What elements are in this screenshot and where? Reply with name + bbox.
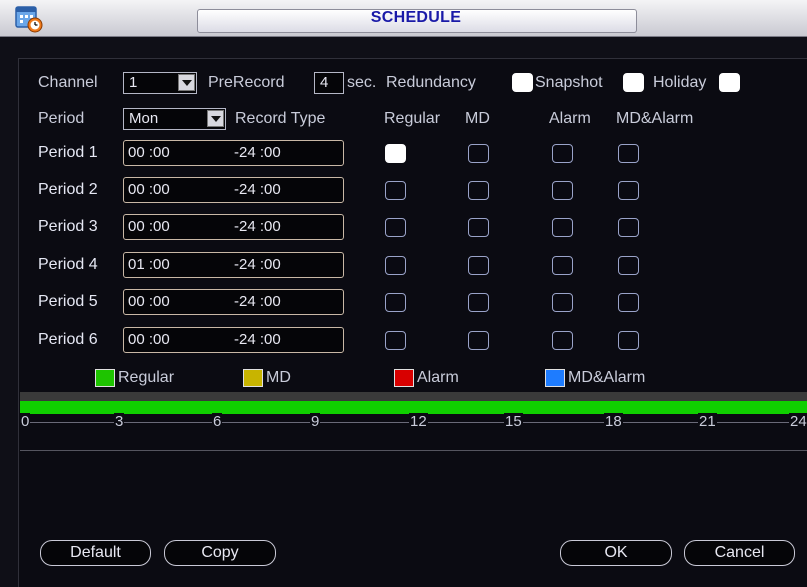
period-6-md-checkbox[interactable] [468,331,489,350]
period-start-time: 00 :00 [128,218,170,235]
snapshot-checkbox[interactable] [623,73,644,92]
period-label: Period [38,110,85,127]
snapshot-label: Snapshot [535,74,603,91]
period-end-time: -24 :00 [234,293,281,310]
period-start-time: 00 :00 [128,293,170,310]
title-bar: SCHEDULE [0,0,807,37]
period-row-label: Period 6 [38,331,98,348]
period-start-time: 00 :00 [128,144,170,161]
holiday-checkbox[interactable] [719,73,740,92]
period-start-time: 01 :00 [128,256,170,273]
period-end-time: -24 :00 [234,218,281,235]
period-time-field[interactable]: 00 :00 -24 :00 [123,140,344,166]
schedule-window: SCHEDULE Channel 1 PreRecord 4 sec. Redu… [0,0,807,587]
redundancy-checkbox[interactable] [512,73,533,92]
period-4-md-alarm-checkbox[interactable] [618,256,639,275]
period-start-time: 00 :00 [128,331,170,348]
period-row-label: Period 2 [38,181,98,198]
cancel-button[interactable]: Cancel [684,540,795,566]
prerecord-value: 4 [320,74,329,91]
period-dropdown-icon[interactable] [207,110,224,127]
period-3-md-alarm-checkbox[interactable] [618,218,639,237]
copy-button[interactable]: Copy [164,540,276,566]
channel-dropdown-icon[interactable] [178,74,195,91]
timeline-tick: 0 [20,413,31,430]
period-3-md-checkbox[interactable] [468,218,489,237]
legend-md-swatch [243,369,263,387]
holiday-label: Holiday [653,74,707,91]
period-6-alarm-checkbox[interactable] [552,331,573,350]
prerecord-input[interactable]: 4 [314,72,344,94]
period-3-regular-checkbox[interactable] [385,218,406,237]
period-4-alarm-checkbox[interactable] [552,256,573,275]
legend-alarm-swatch [394,369,414,387]
period-5-md-checkbox[interactable] [468,293,489,312]
period-6-md-alarm-checkbox[interactable] [618,331,639,350]
period-4-regular-checkbox[interactable] [385,256,406,275]
period-row-label: Period 1 [38,144,98,161]
period-1-alarm-checkbox[interactable] [552,144,573,163]
channel-select[interactable]: 1 [123,72,197,94]
period-1-regular-checkbox[interactable] [385,144,406,163]
record-type-label: Record Type [235,110,326,127]
period-row-label: Period 4 [38,256,98,273]
column-alarm: Alarm [549,110,591,127]
column-regular: Regular [384,110,441,127]
timeline-tick: 15 [504,413,523,430]
period-5-alarm-checkbox[interactable] [552,293,573,312]
period-time-field[interactable]: 00 :00 -24 :00 [123,327,344,353]
column-md-alarm: MD&Alarm [616,110,694,127]
prerecord-unit: sec. [347,74,377,91]
period-1-md-alarm-checkbox[interactable] [618,144,639,163]
timeline-tick: 12 [409,413,428,430]
period-row-label: Period 5 [38,293,98,310]
schedule-timeline[interactable]: 0 3 6 9 12 15 18 21 24 [20,392,807,454]
legend-regular-swatch [95,369,115,387]
period-row-label: Period 3 [38,218,98,235]
schedule-content [18,58,807,587]
timeline-header-strip [20,392,807,401]
ok-button[interactable]: OK [560,540,672,566]
timeline-tick: 21 [698,413,717,430]
period-time-field[interactable]: 01 :00 -24 :00 [123,252,344,278]
period-5-md-alarm-checkbox[interactable] [618,293,639,312]
channel-label: Channel [38,74,98,91]
period-6-regular-checkbox[interactable] [385,331,406,350]
period-time-field[interactable]: 00 :00 -24 :00 [123,214,344,240]
timeline-bottom-line [20,450,807,451]
period-start-time: 00 :00 [128,181,170,198]
period-time-field[interactable]: 00 :00 -24 :00 [123,177,344,203]
period-2-regular-checkbox[interactable] [385,181,406,200]
period-1-md-checkbox[interactable] [468,144,489,163]
legend-alarm-label: Alarm [417,369,459,386]
timeline-tick: 6 [212,413,223,430]
legend-regular-label: Regular [118,369,175,386]
window-title: SCHEDULE [370,9,462,26]
period-end-time: -24 :00 [234,331,281,348]
period-day-select[interactable]: Mon [123,108,226,130]
timeline-tick: 18 [604,413,623,430]
legend-md-label: MD [266,369,291,386]
period-3-alarm-checkbox[interactable] [552,218,573,237]
period-end-time: -24 :00 [234,256,281,273]
period-end-time: -24 :00 [234,181,281,198]
period-5-regular-checkbox[interactable] [385,293,406,312]
column-md: MD [465,110,490,127]
period-day-value: Mon [129,110,159,127]
period-4-md-checkbox[interactable] [468,256,489,275]
timeline-tick: 9 [310,413,321,430]
timeline-tick: 24 [789,413,807,430]
timeline-tick: 3 [114,413,125,430]
period-end-time: -24 :00 [234,144,281,161]
period-time-field[interactable]: 00 :00 -24 :00 [123,289,344,315]
period-2-alarm-checkbox[interactable] [552,181,573,200]
redundancy-label: Redundancy [386,74,476,91]
default-button[interactable]: Default [40,540,151,566]
legend-md-alarm-swatch [545,369,565,387]
prerecord-label: PreRecord [208,74,285,91]
period-2-md-checkbox[interactable] [468,181,489,200]
legend-md-alarm-label: MD&Alarm [568,369,646,386]
channel-value: 1 [129,74,138,91]
period-2-md-alarm-checkbox[interactable] [618,181,639,200]
